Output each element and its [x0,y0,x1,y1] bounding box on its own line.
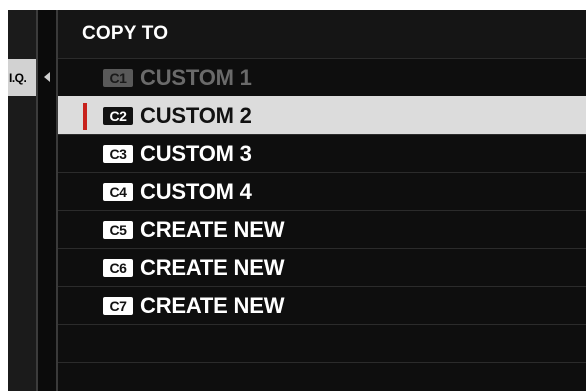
camera-menu-screen: I.Q. COPY TO C1 CUSTOM 1 C2 CUSTOM 2 C3 … [8,10,586,391]
menu-item-create-new-7[interactable]: C7 CREATE NEW [58,286,586,324]
tab-image-quality[interactable]: I.Q. [8,59,36,96]
menu-item-custom-3[interactable]: C3 CUSTOM 3 [58,134,586,172]
copy-to-menu: COPY TO C1 CUSTOM 1 C2 CUSTOM 2 C3 CUSTO… [58,10,586,391]
menu-item-custom-4[interactable]: C4 CUSTOM 4 [58,172,586,210]
menu-header: COPY TO [58,10,586,58]
back-arrow-column [38,10,56,391]
empty-row [58,362,586,391]
menu-item-label: CUSTOM 4 [140,179,252,204]
c7-icon: C7 [103,297,133,315]
back-arrow-icon[interactable] [44,72,50,82]
menu-item-custom-2[interactable]: C2 CUSTOM 2 [58,96,586,134]
c6-icon: C6 [103,259,133,277]
menu-list: C1 CUSTOM 1 C2 CUSTOM 2 C3 CUSTOM 3 C4 C… [58,58,586,391]
c5-icon: C5 [103,221,133,239]
menu-item-create-new-5[interactable]: C5 CREATE NEW [58,210,586,248]
c3-icon: C3 [103,145,133,163]
menu-item-label: CUSTOM 1 [140,65,252,90]
c4-icon: C4 [103,183,133,201]
menu-title: COPY TO [82,23,169,44]
menu-item-label: CREATE NEW [140,217,285,242]
menu-item-label: CUSTOM 3 [140,141,252,166]
menu-item-label: CREATE NEW [140,255,285,280]
menu-item-create-new-6[interactable]: C6 CREATE NEW [58,248,586,286]
c1-icon: C1 [103,69,133,87]
selection-marker [83,103,87,130]
menu-item-custom-1[interactable]: C1 CUSTOM 1 [58,58,586,96]
empty-row [58,324,586,362]
menu-item-label: CREATE NEW [140,293,285,318]
c2-icon: C2 [103,107,133,125]
tab-column: I.Q. [8,10,36,391]
menu-item-label: CUSTOM 2 [140,103,252,128]
